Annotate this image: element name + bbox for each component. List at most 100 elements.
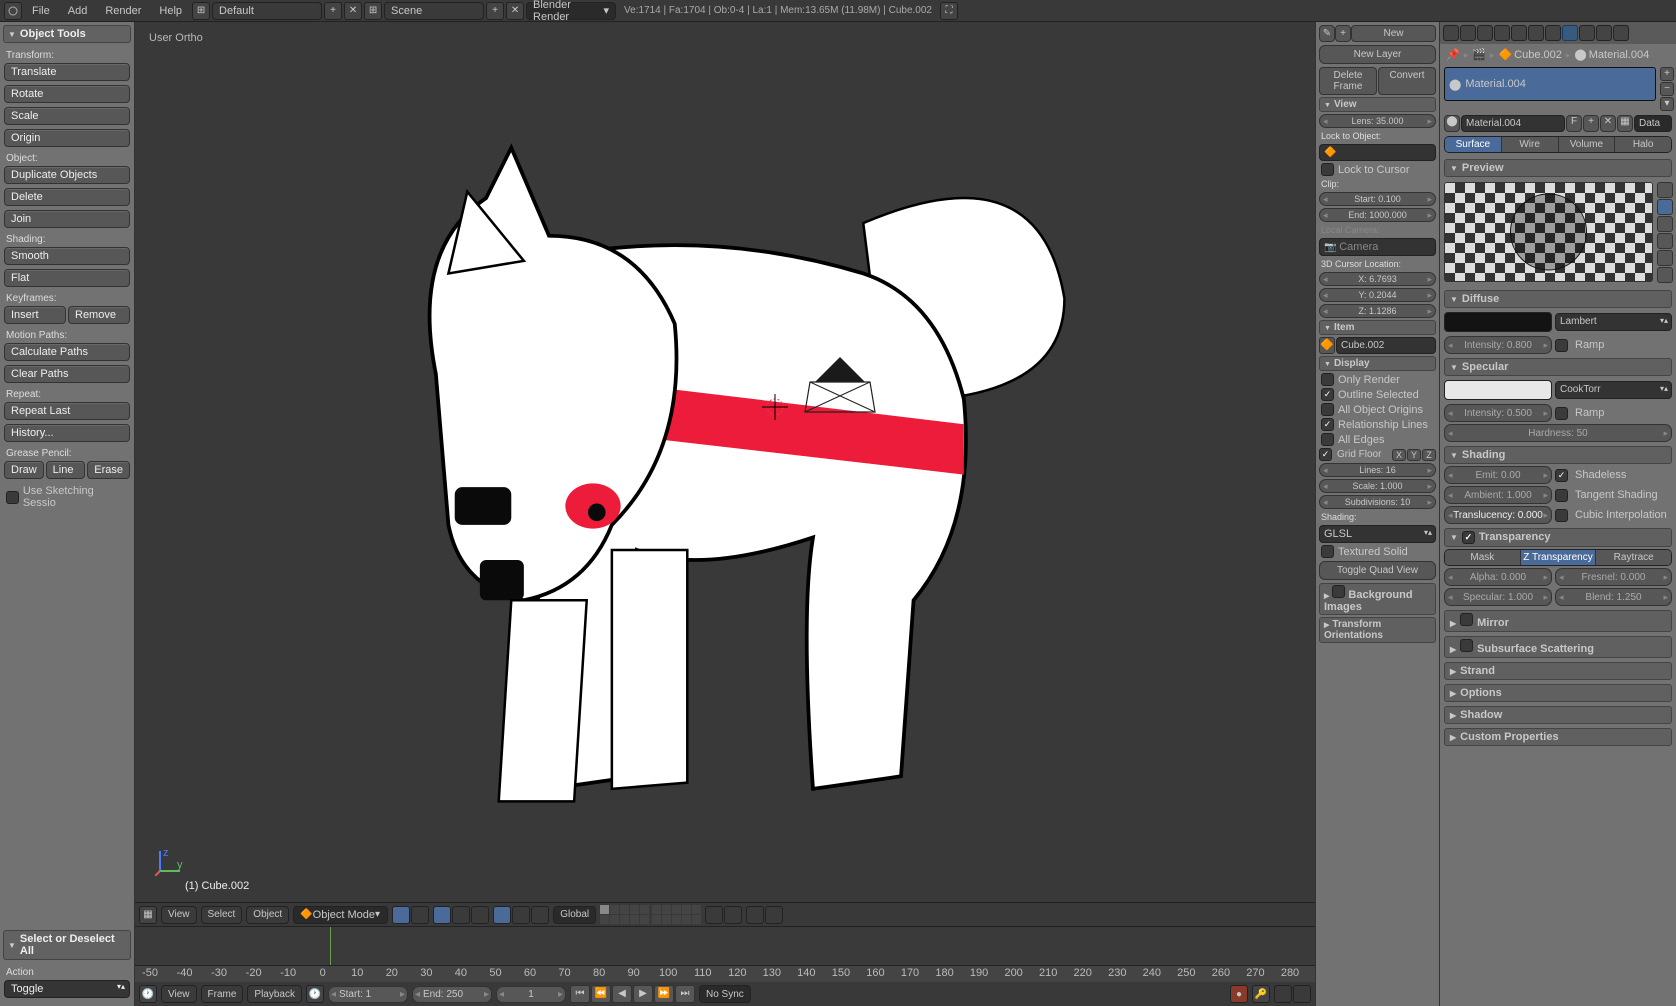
jump-end-icon[interactable]: ⏭ — [675, 985, 695, 1003]
scene-browse-icon[interactable]: ⊞ — [364, 2, 382, 20]
mat-add-icon[interactable]: + — [1583, 115, 1599, 132]
tab-render-icon[interactable] — [1443, 25, 1459, 41]
toggle-quad-button[interactable]: Toggle Quad View — [1319, 561, 1436, 580]
np-item-header[interactable]: Item — [1319, 320, 1436, 335]
timeline-ruler[interactable]: -50-40-30-20-100102030405060708090100110… — [135, 966, 1315, 982]
menu-add[interactable]: Add — [60, 2, 96, 20]
snap-icon[interactable] — [705, 906, 723, 924]
fake-user-toggle[interactable]: F — [1566, 115, 1582, 132]
flat-button[interactable]: Flat — [4, 269, 130, 287]
preview-header[interactable]: Preview — [1444, 159, 1672, 177]
preview-hair-icon[interactable] — [1657, 250, 1673, 266]
outline-selected-checkbox[interactable] — [1321, 388, 1334, 401]
bc-material[interactable]: ⬤Material.004 — [1574, 48, 1649, 61]
keyframe-prev-icon[interactable]: ⏪ — [591, 985, 611, 1003]
key-delete-icon[interactable] — [1293, 985, 1311, 1003]
frame-start-field[interactable]: Start: 1 — [328, 986, 408, 1003]
pivot-cursor-icon[interactable] — [471, 906, 489, 924]
hardness-field[interactable]: Hardness: 50 — [1444, 424, 1672, 442]
layout-add-icon[interactable]: + — [324, 2, 342, 20]
grid-lines-field[interactable]: Lines: 16 — [1319, 463, 1436, 477]
gp-draw-button[interactable]: Draw — [4, 461, 44, 479]
use-preview-range-icon[interactable]: 🕐 — [306, 985, 324, 1003]
manip-rotate-icon[interactable] — [512, 906, 530, 924]
editor-type-icon[interactable] — [4, 2, 22, 20]
item-name-field[interactable]: Cube.002 — [1336, 337, 1436, 354]
all-origins-checkbox[interactable] — [1321, 403, 1334, 416]
play-icon[interactable]: ▶ — [633, 985, 653, 1003]
options-header[interactable]: Options — [1444, 684, 1672, 702]
object-tools-header[interactable]: Object Tools — [3, 25, 131, 43]
remove-keyframe-button[interactable]: Remove — [68, 306, 130, 324]
tab-constraints-icon[interactable] — [1511, 25, 1527, 41]
scale-button[interactable]: Scale — [4, 107, 130, 125]
mode-dropdown[interactable]: 🔶 Object Mode ▾ — [293, 906, 388, 924]
cursor-y-field[interactable]: Y: 0.2044 — [1319, 288, 1436, 302]
select-menu[interactable]: Select — [201, 906, 243, 924]
only-render-checkbox[interactable] — [1321, 373, 1334, 386]
calculate-paths-button[interactable]: Calculate Paths — [4, 343, 130, 361]
smooth-button[interactable]: Smooth — [4, 247, 130, 265]
specular-ramp-checkbox[interactable] — [1555, 407, 1568, 420]
object-menu[interactable]: Object — [246, 906, 289, 924]
trans-mask-tab[interactable]: Mask — [1445, 550, 1521, 565]
type-wire-tab[interactable]: Wire — [1502, 137, 1559, 152]
bc-pin-icon[interactable]: 📌 — [1446, 48, 1460, 61]
bc-scene-icon[interactable]: 🎬 — [1472, 48, 1486, 61]
axis-z-toggle[interactable]: Z — [1422, 449, 1436, 461]
lock-cursor-checkbox[interactable] — [1321, 163, 1334, 176]
back-to-previous-icon[interactable]: ⛶ — [940, 2, 958, 20]
grid-scale-field[interactable]: Scale: 1.000 — [1319, 479, 1436, 493]
shading-mode-dropdown[interactable]: GLSL — [1319, 525, 1436, 543]
preview-sky-icon[interactable] — [1657, 267, 1673, 283]
emit-field[interactable]: Emit: 0.00 — [1444, 466, 1552, 484]
scene-dropdown[interactable]: Scene — [384, 2, 484, 20]
sss-enable-checkbox[interactable] — [1460, 639, 1473, 652]
local-camera-field[interactable]: 📷 Camera — [1319, 238, 1436, 256]
repeat-last-button[interactable]: Repeat Last — [4, 402, 130, 420]
slot-menu-icon[interactable]: ▾ — [1660, 97, 1674, 111]
shadeless-checkbox[interactable] — [1555, 469, 1568, 482]
lens-field[interactable]: Lens: 35.000 — [1319, 114, 1436, 128]
pivot-manip-icon[interactable] — [452, 906, 470, 924]
tl-playback-menu[interactable]: Playback — [247, 985, 302, 1003]
preview-sphere-icon[interactable] — [1657, 199, 1673, 215]
manip-translate-icon[interactable] — [493, 906, 511, 924]
translate-button[interactable]: Translate — [4, 63, 130, 81]
timeline-track[interactable] — [135, 927, 1315, 966]
layout-delete-icon[interactable]: ✕ — [344, 2, 362, 20]
type-halo-tab[interactable]: Halo — [1615, 137, 1671, 152]
key-insert-icon[interactable] — [1274, 985, 1292, 1003]
insert-keyframe-button[interactable]: Insert — [4, 306, 66, 324]
specular-shader-dropdown[interactable]: CookTorr — [1555, 381, 1672, 399]
keying-set-icon[interactable]: 🔑 — [1252, 985, 1270, 1003]
origin-button[interactable]: Origin — [4, 129, 130, 147]
gp-add-icon[interactable]: + — [1335, 25, 1351, 42]
clip-end-field[interactable]: End: 1000.000 — [1319, 208, 1436, 222]
editor-type-3dview-icon[interactable]: ▦ — [139, 906, 157, 924]
orientation-dropdown[interactable]: Global — [553, 906, 596, 924]
grid-subdiv-field[interactable]: Subdivisions: 10 — [1319, 495, 1436, 509]
jump-start-icon[interactable]: ⏮ — [570, 985, 590, 1003]
rotate-button[interactable]: Rotate — [4, 85, 130, 103]
grid-floor-checkbox[interactable] — [1319, 448, 1332, 461]
scene-add-icon[interactable]: + — [486, 2, 504, 20]
join-button[interactable]: Join — [4, 210, 130, 228]
trans-z-tab[interactable]: Z Transparency — [1521, 550, 1597, 565]
screen-browse-icon[interactable]: ⊞ — [192, 2, 210, 20]
sketching-checkbox[interactable] — [6, 491, 19, 504]
preview-monkey-icon[interactable] — [1657, 233, 1673, 249]
play-reverse-icon[interactable]: ◀ — [612, 985, 632, 1003]
snap-type-icon[interactable] — [724, 906, 742, 924]
tab-data-icon[interactable] — [1545, 25, 1561, 41]
delete-button[interactable]: Delete — [4, 188, 130, 206]
diffuse-shader-dropdown[interactable]: Lambert — [1555, 313, 1672, 331]
preview-flat-icon[interactable] — [1657, 182, 1673, 198]
convert-button[interactable]: Convert — [1378, 67, 1436, 95]
layers-grid[interactable] — [600, 905, 701, 924]
shadow-header[interactable]: Shadow — [1444, 706, 1672, 724]
translucency-field[interactable]: Translucency: 0.000 — [1444, 506, 1552, 524]
specular-header[interactable]: Specular — [1444, 358, 1672, 376]
all-edges-checkbox[interactable] — [1321, 433, 1334, 446]
gp-line-button[interactable]: Line — [46, 461, 86, 479]
